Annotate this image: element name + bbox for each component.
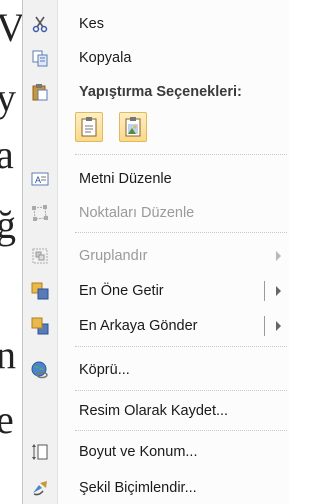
paste-keep-text-only-button[interactable] <box>75 112 103 142</box>
format-shape-icon <box>31 479 49 497</box>
keep-text-only-icon <box>81 117 97 137</box>
copy-icon <box>31 49 49 67</box>
bg-letter: ğ <box>0 202 16 247</box>
paste-as-picture-icon <box>125 117 141 137</box>
menu-item-label: Gruplandır <box>79 248 148 264</box>
bring-to-front-icon <box>31 282 49 300</box>
separator <box>75 232 287 233</box>
submenu-arrow-icon <box>276 251 281 261</box>
submenu-arrow-icon[interactable] <box>276 286 281 296</box>
menu-item-copy[interactable]: Kopyala <box>23 42 289 74</box>
menu-item-label: En Öne Getir <box>79 283 164 299</box>
menu-item-group[interactable]: Gruplandır <box>23 240 289 272</box>
paste-icon <box>31 83 49 101</box>
document-background: V y a ğ n e <box>0 0 22 504</box>
separator <box>75 390 287 391</box>
menu-item-bring-to-front[interactable]: En Öne Getir <box>23 275 289 307</box>
separator <box>75 346 287 347</box>
menu-item-edit-text[interactable]: A Metni Düzenle <box>23 163 289 195</box>
group-icon <box>31 247 49 265</box>
bg-letter: y <box>0 75 16 120</box>
menu-item-label: Resim Olarak Kaydet... <box>79 403 229 419</box>
bg-letter: a <box>0 132 14 177</box>
paste-as-picture-button[interactable] <box>119 112 147 142</box>
paste-options-header: Yapıştırma Seçenekleri: <box>23 76 289 108</box>
menu-item-label: Kopyala <box>79 50 132 66</box>
context-menu: Kes Kopyala Yapıştırma Seçenekleri: A Me… <box>22 0 289 504</box>
send-to-back-icon <box>31 317 49 335</box>
separator <box>75 154 287 155</box>
menu-item-label: Köprü... <box>79 362 130 378</box>
menu-item-label: Kes <box>79 16 104 32</box>
bg-letter: V <box>0 5 22 50</box>
menu-item-send-to-back[interactable]: En Arkaya Gönder <box>23 310 289 342</box>
size-position-icon <box>31 443 49 461</box>
menu-item-label: Boyut ve Konum... <box>79 444 198 460</box>
submenu-arrow-icon[interactable] <box>276 321 281 331</box>
menu-item-label: Şekil Biçimlendir... <box>79 480 197 496</box>
split-divider <box>264 281 265 301</box>
scissors-icon <box>31 15 49 33</box>
menu-item-label: En Arkaya Gönder <box>79 318 198 334</box>
menu-item-label: Noktaları Düzenle <box>79 205 195 221</box>
menu-item-label: Metni Düzenle <box>79 171 172 187</box>
menu-item-save-as-picture[interactable]: Resim Olarak Kaydet... <box>23 395 289 427</box>
hyperlink-icon <box>31 361 49 379</box>
menu-item-hyperlink[interactable]: Köprü... <box>23 354 289 386</box>
paste-options-label: Yapıştırma Seçenekleri: <box>79 84 242 100</box>
menu-item-size-position[interactable]: Boyut ve Konum... <box>23 436 289 468</box>
svg-text:A: A <box>35 175 41 185</box>
separator <box>75 430 287 431</box>
split-divider <box>264 316 265 336</box>
edit-points-icon <box>31 204 49 222</box>
edit-text-icon: A <box>31 170 49 188</box>
menu-item-format-shape[interactable]: Şekil Biçimlendir... <box>23 472 289 504</box>
menu-item-cut[interactable]: Kes <box>23 8 289 40</box>
menu-item-edit-points[interactable]: Noktaları Düzenle <box>23 197 289 229</box>
bg-letter: n <box>0 332 16 377</box>
bg-letter: e <box>0 397 14 442</box>
